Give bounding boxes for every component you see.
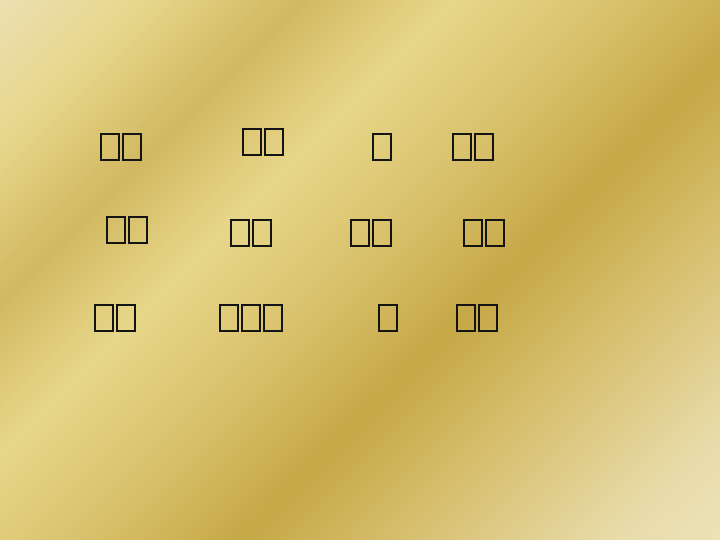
word-r2-w4: [463, 219, 505, 247]
word-r3-w2: [219, 304, 283, 332]
missing-glyph-box: [478, 304, 498, 332]
missing-glyph-box: [456, 304, 476, 332]
missing-glyph-box: [463, 219, 483, 247]
word-r1-w2: [242, 128, 284, 156]
word-r2-w1: [106, 216, 148, 244]
missing-glyph-box: [372, 133, 392, 161]
missing-glyph-box: [219, 304, 239, 332]
missing-glyph-box: [452, 133, 472, 161]
word-r2-w3: [350, 219, 392, 247]
missing-glyph-box: [350, 219, 370, 247]
word-r3-w4: [456, 304, 498, 332]
missing-glyph-box: [485, 219, 505, 247]
missing-glyph-box: [263, 304, 283, 332]
missing-glyph-box: [116, 304, 136, 332]
word-r2-w2: [230, 219, 272, 247]
missing-glyph-box: [128, 216, 148, 244]
missing-glyph-box: [378, 304, 398, 332]
missing-glyph-box: [100, 133, 120, 161]
word-r1-w4: [452, 133, 494, 161]
missing-glyph-box: [241, 304, 261, 332]
missing-glyph-box: [264, 128, 284, 156]
missing-glyph-box: [230, 219, 250, 247]
missing-glyph-box: [252, 219, 272, 247]
word-r1-w3: [372, 133, 392, 161]
word-r3-w1: [94, 304, 136, 332]
word-r1-w1: [100, 133, 142, 161]
missing-glyph-box: [106, 216, 126, 244]
gold-gradient-slide: [0, 0, 720, 540]
missing-glyph-box: [122, 133, 142, 161]
missing-glyph-box: [372, 219, 392, 247]
missing-glyph-box: [242, 128, 262, 156]
missing-glyph-box: [474, 133, 494, 161]
missing-glyph-box: [94, 304, 114, 332]
word-r3-w3: [378, 304, 398, 332]
